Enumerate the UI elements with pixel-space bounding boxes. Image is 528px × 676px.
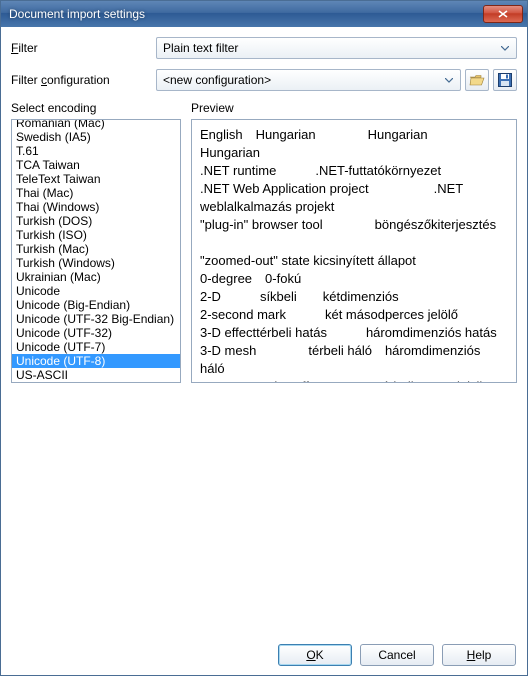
encoding-listbox[interactable]: OEM United StatesPortuguese (DOS)Romania… bbox=[11, 119, 181, 383]
filter-label: Filter bbox=[11, 41, 156, 55]
encoding-item[interactable]: Thai (Mac) bbox=[12, 186, 180, 200]
encoding-item[interactable]: Unicode (UTF-8) bbox=[12, 354, 180, 368]
encoding-item[interactable]: Turkish (DOS) bbox=[12, 214, 180, 228]
encoding-item[interactable]: Ukrainian (Mac) bbox=[12, 270, 180, 284]
encoding-item[interactable]: Thai (Windows) bbox=[12, 200, 180, 214]
ok-button[interactable]: OK bbox=[278, 644, 352, 666]
save-config-button[interactable] bbox=[493, 69, 517, 91]
folder-open-icon bbox=[469, 73, 485, 87]
open-config-button[interactable] bbox=[465, 69, 489, 91]
encoding-item[interactable]: Unicode (UTF-7) bbox=[12, 340, 180, 354]
encoding-item[interactable]: Unicode (Big-Endian) bbox=[12, 298, 180, 312]
preview-pane: English Hungarian HungarianHungarian.NET… bbox=[191, 119, 517, 383]
encoding-item[interactable]: Unicode bbox=[12, 284, 180, 298]
encoding-item[interactable]: Romanian (Mac) bbox=[12, 119, 180, 130]
encoding-item[interactable]: Turkish (Windows) bbox=[12, 256, 180, 270]
close-button[interactable] bbox=[483, 5, 523, 23]
titlebar: Document import settings bbox=[1, 1, 527, 27]
filter-config-dropdown-value: <new configuration> bbox=[163, 73, 442, 87]
encoding-item[interactable]: TeleText Taiwan bbox=[12, 172, 180, 186]
encoding-item[interactable]: T.61 bbox=[12, 144, 180, 158]
select-encoding-label: Select encoding bbox=[11, 101, 181, 115]
encoding-item[interactable]: Turkish (ISO) bbox=[12, 228, 180, 242]
filter-config-label: Filter configuration bbox=[11, 73, 156, 87]
help-button[interactable]: Help bbox=[442, 644, 516, 666]
window-title: Document import settings bbox=[9, 7, 483, 21]
encoding-item[interactable]: Unicode (UTF-32) bbox=[12, 326, 180, 340]
encoding-item[interactable]: US-ASCII bbox=[12, 368, 180, 382]
filter-dropdown[interactable]: Plain text filter bbox=[156, 37, 517, 59]
encoding-item[interactable]: Turkish (Mac) bbox=[12, 242, 180, 256]
chevron-down-icon bbox=[442, 73, 456, 87]
floppy-disk-icon bbox=[498, 73, 512, 87]
encoding-item[interactable]: TCA Taiwan bbox=[12, 158, 180, 172]
filter-config-dropdown[interactable]: <new configuration> bbox=[156, 69, 461, 91]
encoding-item[interactable]: Swedish (IA5) bbox=[12, 130, 180, 144]
filter-dropdown-value: Plain text filter bbox=[163, 41, 498, 55]
cancel-button[interactable]: Cancel bbox=[360, 644, 434, 666]
encoding-item[interactable]: Unicode (UTF-32 Big-Endian) bbox=[12, 312, 180, 326]
preview-label: Preview bbox=[191, 101, 517, 115]
chevron-down-icon bbox=[498, 41, 512, 55]
dialog-footer: OK Cancel Help bbox=[278, 644, 516, 666]
